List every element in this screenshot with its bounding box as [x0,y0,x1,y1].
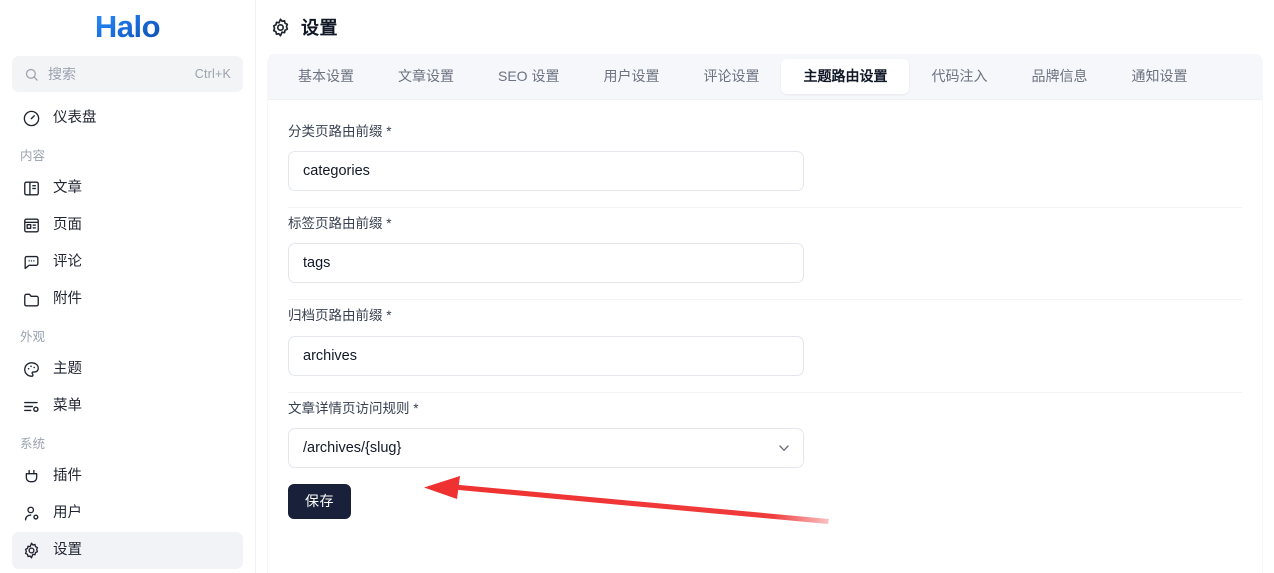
tab-basic-settings[interactable]: 基本设置 [276,59,376,93]
sidebar-item-label: 文章 [53,180,82,197]
required-marker: * [413,400,419,416]
tab-comment-settings[interactable]: 评论设置 [681,59,781,93]
page-title: 设置 [301,18,338,38]
sidebar-item-menus[interactable]: 菜单 [12,388,243,425]
tag-prefix-label: 标签页路由前缀 * [288,216,1242,232]
sidebar-group-system: 系统 [20,437,46,451]
archive-prefix-input[interactable] [288,335,804,376]
sidebar-item-label: 菜单 [53,398,82,415]
sidebar-item-attachments[interactable]: 附件 [12,281,243,318]
page-header: 设置 [256,0,1274,54]
sidebar-item-label: 主题 [53,361,82,378]
label-text: 文章详情页访问规则 [288,400,410,416]
settings-card: 基本设置 文章设置 SEO 设置 用户设置 评论设置 主题路由设置 代码注入 品… [268,54,1262,573]
tab-code-injection[interactable]: 代码注入 [909,59,1009,93]
sidebar-item-users[interactable]: 用户 [12,495,243,532]
search-placeholder: 搜索 [48,66,76,82]
form-group-archive-prefix: 归档页路由前缀 * [288,300,1242,393]
main-content: 设置 基本设置 文章设置 SEO 设置 用户设置 评论设置 主题路由设置 代码注… [256,0,1274,573]
attachment-icon [24,293,39,307]
post-permalink-rule-select-wrap: /archives/{slug} [288,427,804,468]
plugin-icon [25,469,38,483]
sidebar-item-label: 仪表盘 [53,110,97,127]
theme-icon [24,362,39,377]
tag-prefix-input[interactable] [288,243,804,284]
comment-icon [24,255,39,270]
required-marker: * [386,216,392,232]
archive-prefix-label: 归档页路由前缀 * [288,308,1242,324]
sidebar-item-label: 用户 [53,505,82,522]
sidebar-item-posts[interactable]: 文章 [12,170,243,207]
sidebar-item-label: 附件 [53,291,82,308]
settings-tabs: 基本设置 文章设置 SEO 设置 用户设置 评论设置 主题路由设置 代码注入 品… [268,54,1262,100]
gear-icon [272,17,289,37]
sidebar-item-pages[interactable]: 页面 [12,207,243,244]
sidebar-item-label: 评论 [53,254,82,271]
sidebar-item-plugins[interactable]: 插件 [12,458,243,495]
sidebar-item-dashboard[interactable]: 仪表盘 [12,100,243,137]
sidebar-item-themes[interactable]: 主题 [12,351,243,388]
required-marker: * [386,124,392,139]
sidebar-item-label: 设置 [53,542,82,559]
label-text: 分类页路由前缀 [288,124,383,139]
sidebar-item-comments[interactable]: 评论 [12,244,243,281]
halo-logo: Halo [94,8,161,44]
post-permalink-rule-select[interactable]: /archives/{slug} [288,427,804,468]
label-text: 标签页路由前缀 [288,216,383,232]
tab-brand-info[interactable]: 品牌信息 [1009,59,1109,93]
sidebar-item-label: 页面 [53,217,82,234]
dashboard-icon [23,110,40,127]
sidebar: Halo 搜索 Ctrl+K 仪表盘 内容 文章 页面 评论 附件 外观 主题 … [0,0,256,573]
settings-icon [24,542,39,559]
form-group-post-permalink-rule: 文章详情页访问规则 * /archives/{slug} 保存 [288,393,1242,525]
search-shortcut: Ctrl+K [194,67,231,81]
search-input[interactable]: 搜索 Ctrl+K [12,56,243,92]
search-icon [25,68,38,81]
theme-route-form: 分类页路由前缀 * 标签页路由前缀 * [268,100,1262,525]
sidebar-item-settings[interactable]: 设置 [12,532,243,569]
category-prefix-label: 分类页路由前缀 * [288,124,1242,140]
sidebar-item-label: 插件 [53,468,82,485]
save-button[interactable]: 保存 [288,483,351,519]
tab-post-settings[interactable]: 文章设置 [376,59,476,93]
search-wrapper: 搜索 Ctrl+K [0,52,255,92]
sidebar-nav: 仪表盘 内容 文章 页面 评论 附件 外观 主题 菜单 系统 插件 用户 设置 [0,92,255,573]
required-marker: * [386,308,392,324]
sidebar-group-content: 内容 [20,149,46,163]
brand[interactable]: Halo [0,0,255,52]
tab-notification-settings[interactable]: 通知设置 [1109,59,1209,93]
tab-user-settings[interactable]: 用户设置 [581,59,681,93]
post-icon [24,181,39,196]
app-root: Halo 搜索 Ctrl+K 仪表盘 内容 文章 页面 评论 附件 外观 主题 … [0,0,1274,573]
tab-seo-settings[interactable]: SEO 设置 [476,59,581,93]
label-text: 归档页路由前缀 [288,308,383,324]
form-group-tag-prefix: 标签页路由前缀 * [288,208,1242,301]
user-icon [24,506,39,521]
tab-theme-route-settings[interactable]: 主题路由设置 [781,59,910,94]
post-permalink-rule-label: 文章详情页访问规则 * [288,401,1242,417]
selected-value: /archives/{slug} [303,439,402,456]
category-prefix-input[interactable] [288,151,804,192]
sidebar-group-appearance: 外观 [20,330,46,344]
page-icon [24,218,39,233]
menu-icon [24,401,39,413]
content-area: 基本设置 文章设置 SEO 设置 用户设置 评论设置 主题路由设置 代码注入 品… [256,54,1274,573]
form-group-category-prefix: 分类页路由前缀 * [288,116,1242,209]
